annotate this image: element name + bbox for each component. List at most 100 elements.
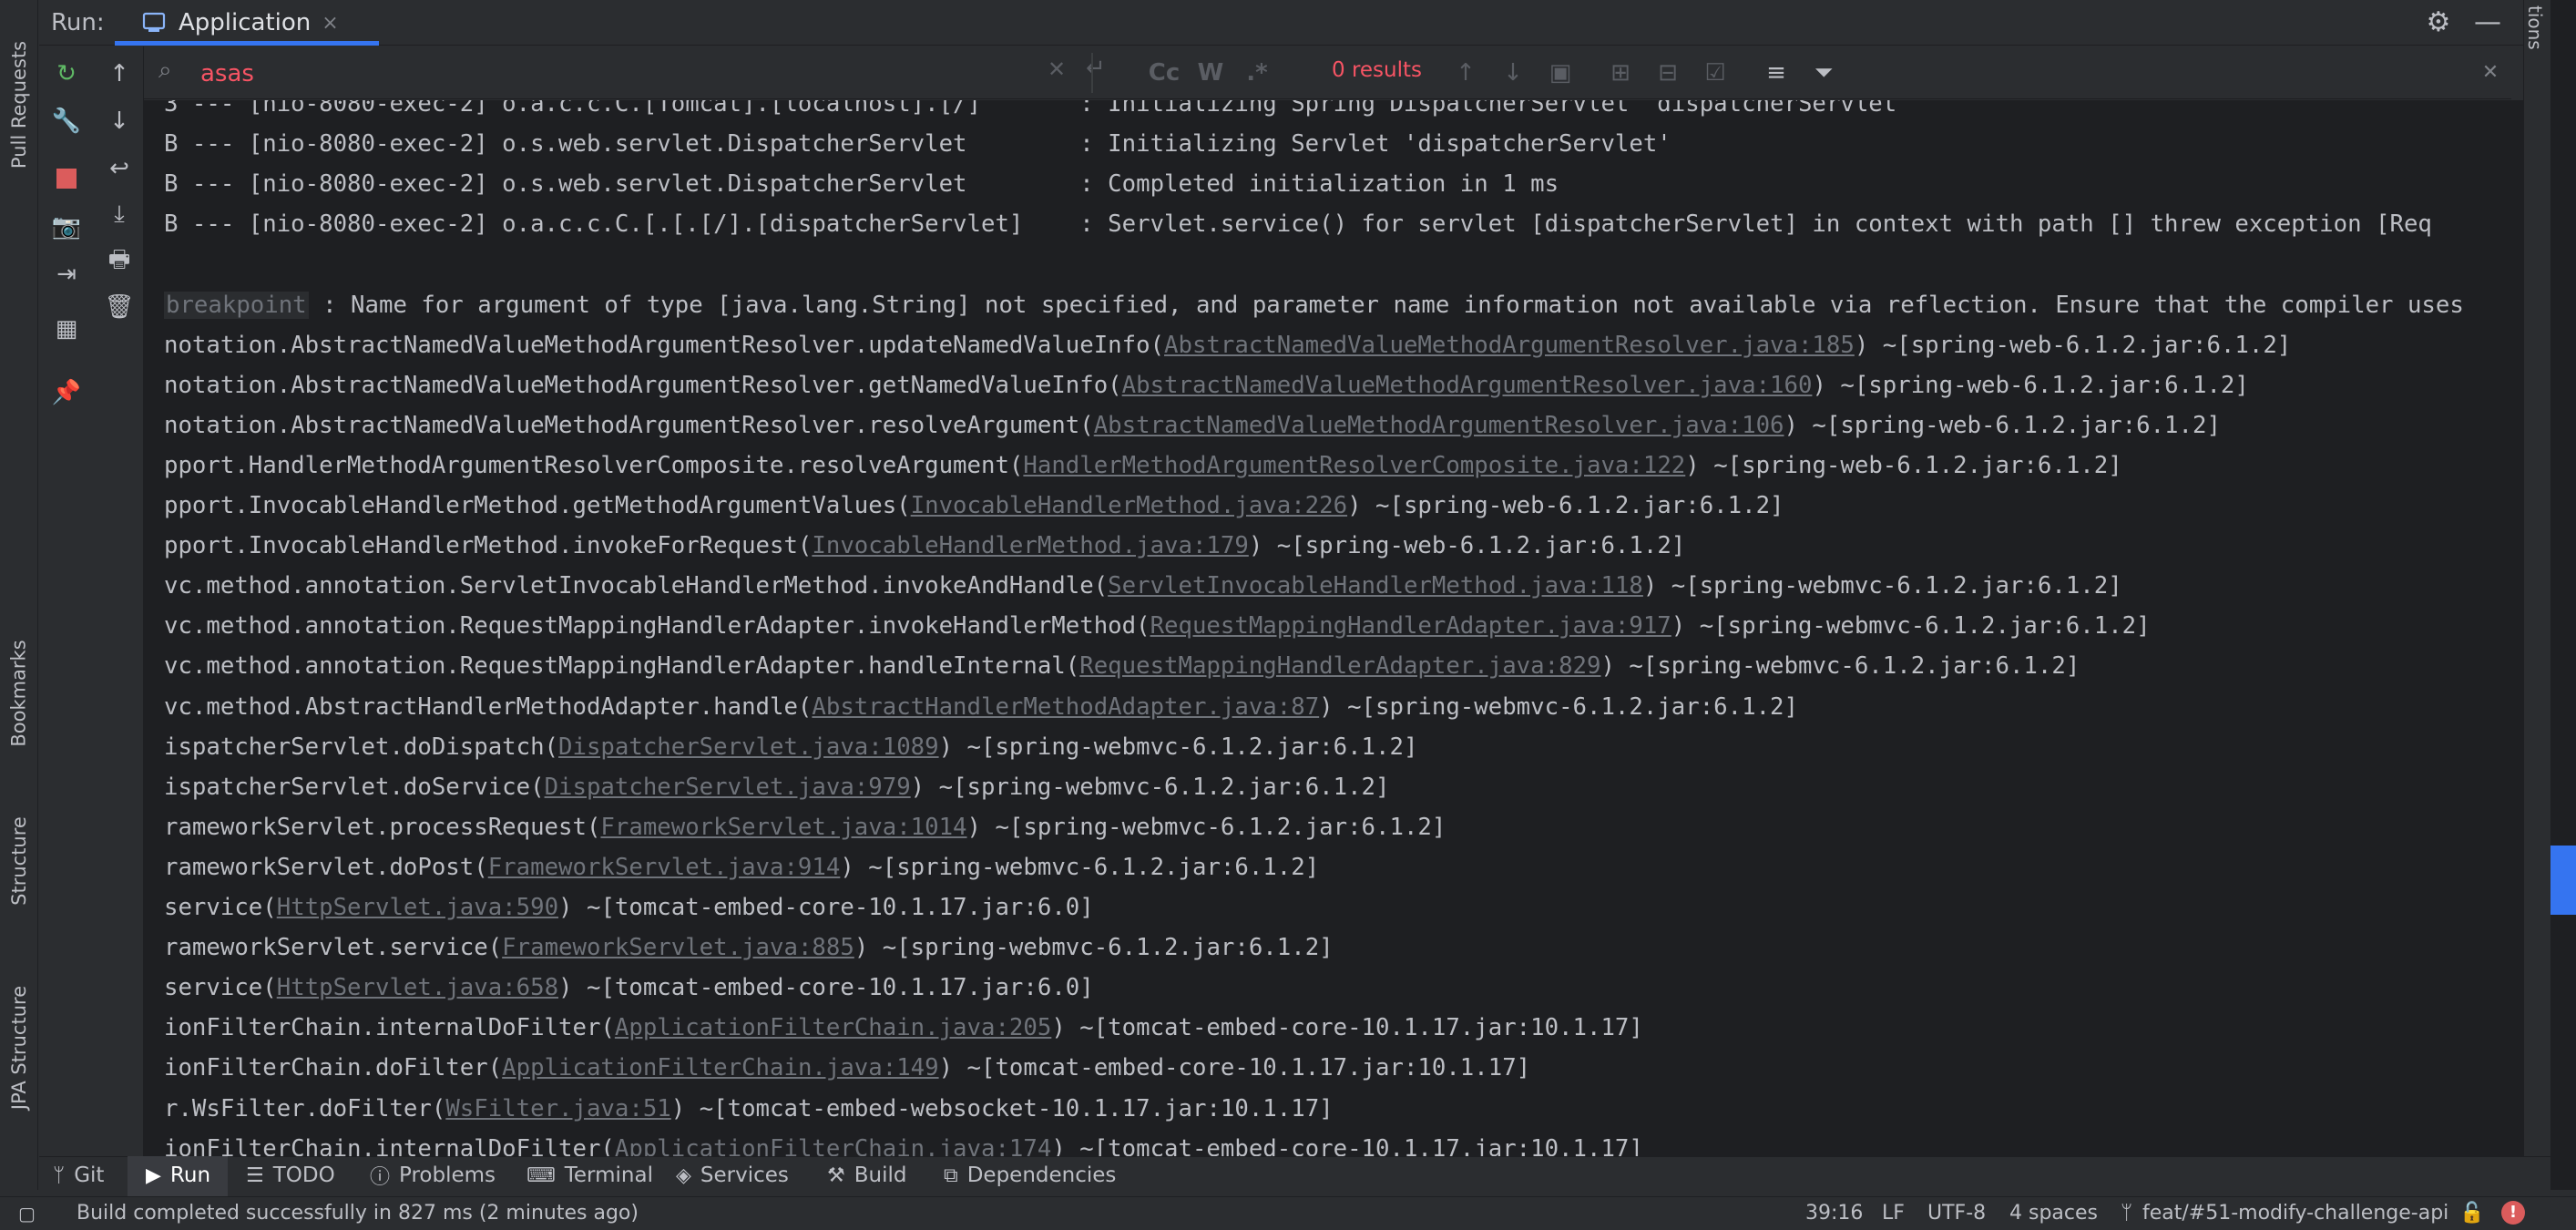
jpa-structure-label: JPA Structure: [8, 985, 30, 1111]
console-line: vc.method.annotation.RequestMappingHandl…: [164, 648, 2080, 684]
print-icon[interactable]: 🖶: [103, 243, 136, 276]
console-text: ionFilterChain.internalDoFilter(: [164, 1014, 615, 1042]
tab-run[interactable]: ▶ Run: [146, 1157, 210, 1194]
tab-git[interactable]: ᛘ Git: [53, 1157, 104, 1194]
console-line: r.WsFilter.doFilter(WsFilter.java:51) ~[…: [164, 1091, 1334, 1127]
add-selection-icon[interactable]: ⊞: [1605, 56, 1636, 89]
console-line: ispatcherServlet.doDispatch(DispatcherSe…: [164, 729, 1417, 765]
stacktrace-link[interactable]: FrameworkServlet.java:1014: [600, 814, 966, 841]
new-line-icon[interactable]: ↵: [1086, 55, 1106, 82]
stacktrace-link[interactable]: AbstractHandlerMethodAdapter.java:87: [812, 693, 1319, 721]
gear-icon[interactable]: ⚙: [2423, 7, 2454, 38]
stacktrace-link[interactable]: DispatcherServlet.java:979: [545, 774, 911, 801]
breakpoint-label[interactable]: breakpoint: [164, 291, 309, 319]
stacktrace-link[interactable]: ApplicationFilterChain.java:149: [502, 1054, 938, 1081]
next-occurrence-icon[interactable]: ↓: [1498, 56, 1528, 89]
tab-todo[interactable]: ☰ TODO: [246, 1157, 335, 1194]
stacktrace-link[interactable]: ApplicationFilterChain.java:205: [615, 1014, 1051, 1041]
exit-icon[interactable]: ⇥: [50, 258, 83, 291]
tab-terminal[interactable]: ⌨ Terminal: [526, 1157, 653, 1194]
tab-dependencies-label: Dependencies: [966, 1163, 1117, 1187]
tab-dependencies[interactable]: ⧉ Dependencies: [944, 1157, 1116, 1194]
console-text: ispatcherServlet.doService(: [164, 773, 545, 801]
file-encoding[interactable]: UTF-8: [1927, 1199, 1986, 1228]
minimize-icon[interactable]: —: [2472, 7, 2503, 38]
stacktrace-link[interactable]: InvocableHandlerMethod.java:179: [812, 532, 1248, 559]
status-message[interactable]: Build completed successfully in 827 ms (…: [77, 1199, 639, 1228]
toggle-tool-windows-icon[interactable]: ▢: [18, 1199, 36, 1228]
stacktrace-link[interactable]: DispatcherServlet.java:1089: [558, 733, 939, 761]
arrow-up-icon[interactable]: ↑: [103, 57, 136, 90]
camera-icon[interactable]: 📷: [50, 210, 83, 243]
tab-terminal-label: Terminal: [564, 1163, 653, 1187]
right-stripe-label[interactable]: tions: [2524, 5, 2546, 50]
stacktrace-link[interactable]: RequestMappingHandlerAdapter.java:917: [1150, 612, 1671, 640]
previous-occurrence-icon[interactable]: ↑: [1450, 56, 1481, 89]
stacktrace-link[interactable]: HandlerMethodArgumentResolverComposite.j…: [1023, 452, 1685, 479]
console-line: B --- [nio-8080-exec-2] o.a.c.c.C.[.[.[/…: [164, 206, 2432, 242]
tab-build-label: Build: [854, 1163, 907, 1187]
jpa-structure-tab[interactable]: JPA Structure: [0, 957, 38, 1139]
stacktrace-link[interactable]: AbstractNamedValueMethodArgumentResolver…: [1122, 372, 1813, 399]
stacktrace-link[interactable]: AbstractNamedValueMethodArgumentResolver…: [1094, 412, 1784, 439]
tab-application[interactable]: Application ×: [133, 0, 348, 46]
match-case-button[interactable]: Cc: [1146, 56, 1182, 89]
stacktrace-link[interactable]: RequestMappingHandlerAdapter.java:829: [1079, 652, 1600, 680]
stacktrace-link[interactable]: ApplicationFilterChain.java:174: [615, 1135, 1051, 1156]
trash-icon[interactable]: 🗑: [103, 291, 136, 323]
filter-icon[interactable]: ⏷: [1807, 56, 1840, 89]
vertical-scrollbar[interactable]: [2511, 100, 2523, 1156]
pull-requests-label: Pull Requests: [8, 40, 31, 169]
lock-icon[interactable]: 🔓: [2459, 1199, 2484, 1228]
console-line: vc.method.annotation.ServletInvocableHan…: [164, 568, 2122, 604]
hammer-icon: ⚒: [827, 1163, 845, 1187]
console-line: vc.method.annotation.RequestMappingHandl…: [164, 608, 2151, 644]
stacktrace-link[interactable]: HttpServlet.java:658: [277, 974, 558, 1001]
git-branch[interactable]: feat/#51-modify-challenge-api: [2142, 1199, 2448, 1228]
line-separator[interactable]: LF: [1882, 1199, 1905, 1228]
scroll-to-end-icon[interactable]: ⤓: [103, 198, 136, 231]
tab-problems[interactable]: ⓘ Problems: [370, 1157, 496, 1194]
tab-build[interactable]: ⚒ Build: [827, 1157, 906, 1194]
structure-tab[interactable]: Structure: [0, 793, 38, 929]
console-text: : Name for argument of type [java.lang.S…: [308, 291, 2464, 319]
stacktrace-link[interactable]: ServletInvocableHandlerMethod.java:118: [1108, 572, 1643, 600]
indent-setting[interactable]: 4 spaces: [2009, 1199, 2098, 1228]
console-text: ispatcherServlet.doDispatch(: [164, 733, 559, 761]
pull-requests-tab[interactable]: Pull Requests: [0, 18, 38, 191]
layout-icon[interactable]: ▦: [50, 313, 83, 345]
console-line: pport.InvocableHandlerMethod.getMethodAr…: [164, 487, 1784, 524]
regex-button[interactable]: .*: [1241, 56, 1273, 89]
tab-services[interactable]: ◈ Services: [676, 1157, 789, 1194]
stacktrace-link[interactable]: FrameworkServlet.java:885: [502, 934, 854, 961]
words-button[interactable]: W: [1195, 56, 1226, 89]
console-line: rameworkServlet.processRequest(Framework…: [164, 809, 1446, 846]
remove-selection-icon[interactable]: ⊟: [1652, 56, 1683, 89]
close-search-icon[interactable]: ✕: [2476, 56, 2505, 89]
caret-position[interactable]: 39:16: [1805, 1199, 1863, 1228]
search-input[interactable]: [199, 55, 1022, 93]
clear-search-icon[interactable]: ✕: [1048, 56, 1066, 82]
filter-lines-icon[interactable]: ≡: [1760, 56, 1793, 89]
close-icon[interactable]: ×: [322, 12, 338, 35]
console-output[interactable]: 3 --- [nio-8080-exec-2] o.a.c.c.C.[Tomca…: [144, 100, 2511, 1156]
error-indicator-icon[interactable]: !: [2501, 1201, 2525, 1225]
rerun-icon[interactable]: ↻: [50, 57, 83, 90]
soft-wrap-icon[interactable]: ↩: [103, 152, 136, 185]
stacktrace-link[interactable]: AbstractNamedValueMethodArgumentResolver…: [1164, 332, 1855, 359]
console-text: rameworkServlet.doPost(: [164, 853, 488, 881]
stacktrace-link[interactable]: InvocableHandlerMethod.java:226: [911, 492, 1347, 519]
tab-git-label: Git: [74, 1163, 105, 1187]
bookmarks-tab[interactable]: Bookmarks: [0, 616, 38, 771]
console-text-suffix: ) ~[spring-web-6.1.2.jar:6.1.2]: [1784, 411, 2221, 439]
wrench-icon[interactable]: 🔧: [50, 105, 83, 138]
console-text: ionFilterChain.internalDoFilter(: [164, 1134, 615, 1156]
stacktrace-link[interactable]: WsFilter.java:51: [445, 1095, 670, 1122]
pin-icon[interactable]: 📌: [50, 376, 83, 409]
arrow-down-icon[interactable]: ↓: [103, 105, 136, 138]
stacktrace-link[interactable]: HttpServlet.java:590: [277, 894, 558, 921]
stacktrace-link[interactable]: FrameworkServlet.java:914: [488, 854, 841, 881]
stop-icon[interactable]: [50, 161, 83, 194]
toggle-selection-icon[interactable]: ☑: [1700, 56, 1731, 89]
select-all-occurrences-icon[interactable]: ▣: [1545, 56, 1576, 89]
